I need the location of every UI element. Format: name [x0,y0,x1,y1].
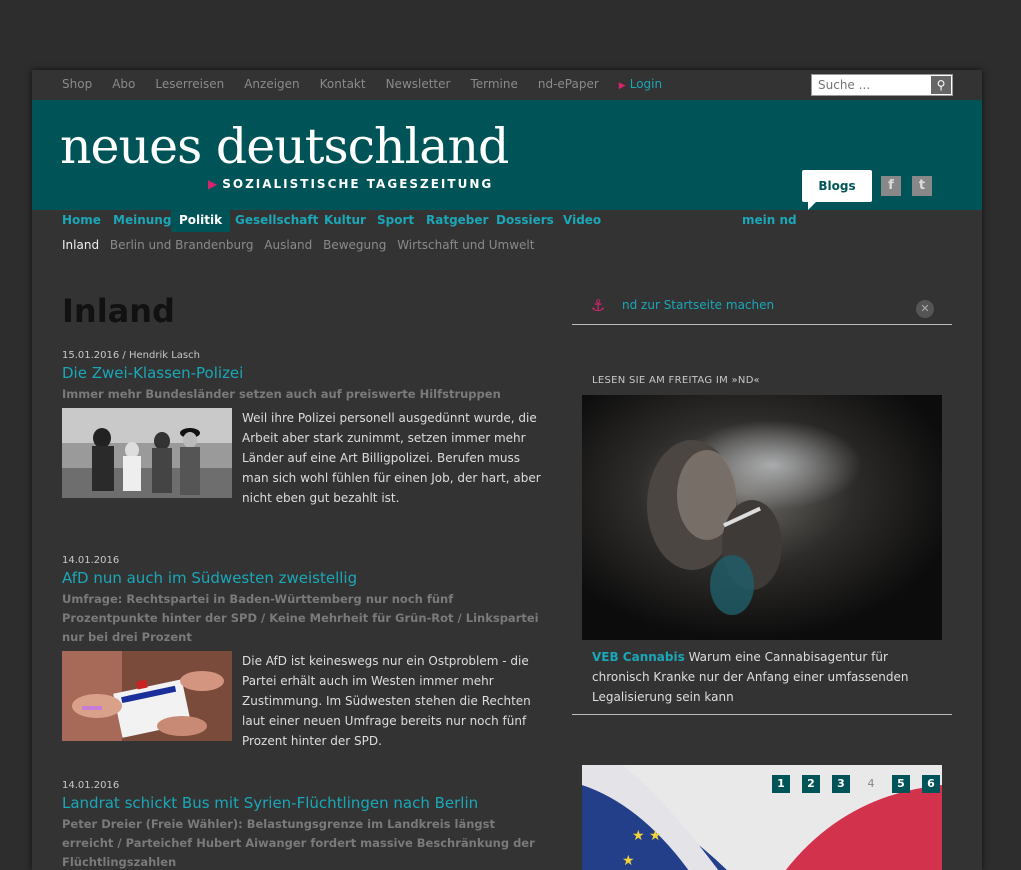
pager-item-current: 4 [867,777,875,790]
article-thumbnail[interactable] [62,408,232,498]
nav-item-sport[interactable]: Sport [377,210,414,232]
page-title: Inland [62,292,175,330]
arrow-right-icon: ▶ [618,81,626,91]
subnav-item-wirtschaft[interactable]: Wirtschaft und Umwelt [397,238,534,252]
top-link-kontakt[interactable]: Kontakt [320,77,366,91]
top-links: Shop Abo Leserreisen Anzeigen Kontakt Ne… [62,77,702,91]
top-bar: Shop Abo Leserreisen Anzeigen Kontakt Ne… [32,70,982,100]
login-link[interactable]: ▶ Login [619,77,682,91]
freitag-label: LESEN SIE AM FREITAG IM »ND« [592,375,760,386]
article-teaser: Weil ihre Polizei personell ausgedünnt w… [242,411,541,505]
search-input[interactable] [812,75,928,95]
pager-item[interactable]: 5 [892,775,910,793]
nav-item-dossiers[interactable]: Dossiers [496,210,554,232]
article-meta: 14.01.2016 [62,555,120,566]
top-link-leserreisen[interactable]: Leserreisen [155,77,224,91]
nav-item-video[interactable]: Video [563,210,601,232]
top-link-epaper[interactable]: nd-ePaper [538,77,599,91]
subnav-item-inland[interactable]: Inland [62,238,99,252]
article-subtitle: Immer mehr Bundesländer setzen auch auf … [62,387,501,401]
article-meta: 14.01.2016 [62,780,120,791]
startpage-row: ⚓ nd zur Startseite machen ✕ [572,290,952,325]
top-link-termine[interactable]: Termine [470,77,517,91]
tagline-text: SOZIALISTISCHE TAGESZEITUNG [222,177,494,191]
search-box: ⚲ [811,74,953,96]
anchor-icon: ⚓ [591,296,606,315]
slider-pager: 1 2 3 4 5 6 [772,775,942,793]
svg-text:★: ★ [622,853,635,869]
nav-item-kultur[interactable]: Kultur [324,210,366,232]
pager-item[interactable]: 2 [802,775,820,793]
search-icon: ⚲ [936,78,946,92]
facebook-icon[interactable]: f [881,176,901,196]
sub-nav: Inland Berlin und Brandenburg Ausland Be… [62,238,541,252]
feature-image[interactable] [582,395,942,640]
top-link-newsletter[interactable]: Newsletter [386,77,451,91]
article-meta: 15.01.2016 / Hendrik Lasch [62,350,200,361]
arrow-right-icon: ▶ [208,177,220,191]
svg-text:★ ★: ★ ★ [632,828,662,844]
twitter-icon[interactable]: t [912,176,932,196]
top-link-anzeigen[interactable]: Anzeigen [244,77,299,91]
subnav-item-berlin[interactable]: Berlin und Brandenburg [110,238,254,252]
blogs-button[interactable]: Blogs [802,170,872,210]
nav-item-home[interactable]: Home [62,210,101,232]
feature-caption-key[interactable]: VEB Cannabis [592,650,685,664]
top-link-shop[interactable]: Shop [62,77,92,91]
article-item: 15.01.2016 / Hendrik Lasch Die Zwei-Klas… [62,350,550,508]
login-label: Login [629,77,663,91]
article-subtitle: Peter Dreier (Freie Wähler): Belastungsg… [62,817,535,869]
subnav-item-bewegung[interactable]: Bewegung [323,238,386,252]
nav-item-mein-nd[interactable]: mein nd [742,210,797,232]
masthead: neues deutschland ▶ SOZIALISTISCHE TAGESZ… [32,100,982,210]
site-logo[interactable]: neues deutschland [60,118,509,175]
nav-item-meinung[interactable]: Meinung [113,210,171,232]
close-icon[interactable]: ✕ [916,300,934,318]
nav-item-gesellschaft[interactable]: Gesellschaft [235,210,318,232]
article-thumbnail[interactable] [62,651,232,741]
nav-item-politik[interactable]: Politik [171,210,231,232]
top-link-abo[interactable]: Abo [112,77,135,91]
article-teaser: Die AfD ist keineswegs nur ein Ostproble… [242,654,531,748]
feature-caption: VEB Cannabis Warum eine Cannabisagentur … [592,647,912,707]
search-button[interactable]: ⚲ [931,76,951,94]
main-nav: Home Meinung Politik Gesellschaft Kultur… [32,210,982,232]
pager-item[interactable]: 6 [922,775,940,793]
article-title[interactable]: Die Zwei-Klassen-Polizei [62,364,550,382]
pager-item[interactable]: 3 [832,775,850,793]
article-item: 14.01.2016 AfD nun auch im Südwesten zwe… [62,555,550,751]
startpage-link[interactable]: nd zur Startseite machen [622,298,774,312]
slider-image[interactable]: ★ ★ ★ 1 2 3 4 5 6 [582,765,942,870]
subnav-item-ausland[interactable]: Ausland [264,238,312,252]
article-item: 14.01.2016 Landrat schickt Bus mit Syrie… [62,780,550,870]
nav-item-ratgeber[interactable]: Ratgeber [426,210,488,232]
sidebar: ⚓ nd zur Startseite machen ✕ LESEN SIE A… [572,290,952,870]
article-title[interactable]: Landrat schickt Bus mit Syrien-Flüchtlin… [62,794,550,812]
article-subtitle: Umfrage: Rechtspartei in Baden-Württembe… [62,592,539,644]
divider [572,714,952,715]
page: Shop Abo Leserreisen Anzeigen Kontakt Ne… [32,70,982,870]
pager-item[interactable]: 1 [772,775,790,793]
site-tagline: ▶ SOZIALISTISCHE TAGESZEITUNG [208,177,493,191]
article-title[interactable]: AfD nun auch im Südwesten zweistellig [62,569,550,587]
